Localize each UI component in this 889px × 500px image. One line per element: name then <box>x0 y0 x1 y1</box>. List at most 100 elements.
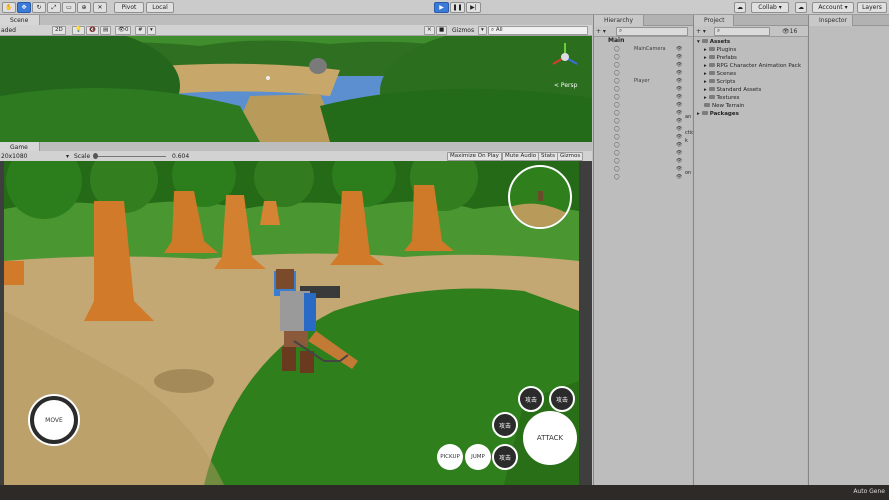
scale-slider[interactable] <box>94 156 166 157</box>
effects-icon[interactable]: ▤ <box>100 26 112 35</box>
hierarchy-item[interactable]: ◯ 👁 <box>594 165 693 173</box>
expand-arrow-icon[interactable]: ▸ <box>704 95 709 101</box>
skill-button-3[interactable]: 攻击 <box>492 412 518 438</box>
hierarchy-item[interactable]: ◯ 👁 <box>594 69 693 77</box>
hierarchy-item[interactable]: ◯ 👁 <box>594 173 693 181</box>
move-joystick-knob[interactable]: MOVE <box>34 400 74 440</box>
services-icon[interactable]: ☁ <box>795 2 807 13</box>
eye-icon[interactable]: 👁 <box>676 125 682 133</box>
project-folder-item[interactable]: ▸ Prefabs <box>704 54 737 62</box>
hidden-count[interactable]: 👁0 <box>115 26 132 35</box>
pause-button[interactable]: ❚❚ <box>450 2 465 13</box>
expand-arrow-icon[interactable]: ▸ <box>704 71 709 77</box>
step-button[interactable]: ▶| <box>466 2 481 13</box>
camera-icon[interactable]: ■ <box>436 26 448 35</box>
skill-button-1[interactable]: 攻击 <box>518 386 544 412</box>
hierarchy-item[interactable]: ◯ 👁 <box>594 125 693 133</box>
eye-icon[interactable]: 👁 <box>676 45 682 53</box>
move-tool-button[interactable]: ✥ <box>17 2 31 13</box>
hierarchy-item[interactable]: ◯ 👁 <box>594 61 693 69</box>
tab-project[interactable]: Project <box>694 15 734 26</box>
expand-arrow-icon[interactable]: ▸ <box>704 63 709 69</box>
eye-icon[interactable]: 👁 <box>676 85 682 93</box>
skill-button-2[interactable]: 攻击 <box>549 386 575 412</box>
eye-icon[interactable]: 👁 <box>676 69 682 77</box>
eye-icon[interactable]: 👁 <box>676 149 682 157</box>
tab-inspector[interactable]: Inspector <box>809 15 853 26</box>
hierarchy-item[interactable]: ◯ 👁 <box>594 141 693 149</box>
eye-icon[interactable]: 👁 <box>676 165 682 173</box>
scene-gizmos-button[interactable]: Gizmos <box>452 25 474 36</box>
scene-gizmo-icon[interactable] <box>548 40 582 74</box>
hierarchy-item[interactable]: ◯ 👁 <box>594 117 693 125</box>
hierarchy-item[interactable]: ◯ Player 👁 <box>594 77 693 85</box>
eye-icon[interactable]: 👁 <box>676 117 682 125</box>
eye-icon[interactable]: 👁 <box>676 157 682 165</box>
eye-icon[interactable]: 👁 <box>676 77 682 85</box>
eye-icon[interactable]: 👁 <box>676 93 682 101</box>
eye-icon[interactable]: 👁 <box>676 61 682 69</box>
hierarchy-item[interactable]: ◯ 👁 <box>594 133 693 141</box>
scale-tool-button[interactable]: ⤢ <box>47 2 61 13</box>
pivot-button[interactable]: Pivot <box>114 2 144 13</box>
scene-view[interactable]: < Persp <box>0 36 592 142</box>
scale-slider-handle[interactable] <box>93 153 98 159</box>
collab-button[interactable]: Collab ▾ <box>751 2 789 13</box>
hand-tool-button[interactable]: ✋ <box>2 2 16 13</box>
custom-tool-button[interactable]: ✕ <box>93 2 107 13</box>
account-button[interactable]: Account ▾ <box>812 2 854 13</box>
dropdown-icon[interactable]: ▾ <box>147 26 156 35</box>
project-folder-item[interactable]: ▸ Scripts <box>704 78 735 86</box>
expand-arrow-icon[interactable]: ▸ <box>704 87 709 93</box>
tools-icon[interactable]: ✕ <box>424 26 435 35</box>
skill-button-4[interactable]: 攻击 <box>492 444 518 470</box>
expand-arrow-icon[interactable]: ▸ <box>704 79 709 85</box>
pickup-button[interactable]: PICKUP <box>437 444 463 470</box>
packages-folder[interactable]: ▸ Packages <box>697 110 739 118</box>
game-gizmos-button[interactable]: Gizmos <box>557 152 584 161</box>
jump-button[interactable]: JUMP <box>465 444 491 470</box>
eye-icon[interactable]: 👁 <box>676 109 682 117</box>
hierarchy-item[interactable]: ◯ 👁 <box>594 149 693 157</box>
project-folder-item[interactable]: ▸ RPG Character Animation Pack <box>704 62 801 70</box>
game-view[interactable]: MOVE ATTACK PICKUP JUMP 攻击 攻击 攻击 攻击 <box>4 161 579 485</box>
hierarchy-item[interactable]: ◯ 👁 <box>594 85 693 93</box>
eye-icon[interactable]: 👁 <box>676 141 682 149</box>
grid-icon[interactable]: # <box>135 26 146 35</box>
hierarchy-search-input[interactable]: ⌕ <box>616 27 688 36</box>
maximize-on-play-toggle[interactable]: Maximize On Play <box>447 152 502 161</box>
rotate-tool-button[interactable]: ↻ <box>32 2 46 13</box>
2d-toggle[interactable]: 2D <box>52 26 66 35</box>
hierarchy-item[interactable]: ◯ 👁 <box>594 109 693 117</box>
shading-mode[interactable]: aded <box>1 25 16 36</box>
expand-arrow-icon[interactable]: ▸ <box>704 47 709 53</box>
hierarchy-item[interactable]: ◯ MainCamera 👁 <box>594 45 693 53</box>
stats-toggle[interactable]: Stats <box>538 152 559 161</box>
project-folder-item[interactable]: ▸ Textures <box>704 94 740 102</box>
expand-arrow-icon[interactable]: ▸ <box>704 55 709 61</box>
eye-icon[interactable]: 👁 <box>676 101 682 109</box>
lighting-icon[interactable]: 💡 <box>72 26 85 35</box>
assets-folder[interactable]: ▾ Assets <box>697 38 730 46</box>
hierarchy-item[interactable]: ◯ 👁 <box>594 93 693 101</box>
move-joystick[interactable]: MOVE <box>28 394 80 446</box>
transform-tool-button[interactable]: ⊕ <box>77 2 91 13</box>
hierarchy-root-row[interactable]: Main <box>594 37 693 45</box>
project-folder-item[interactable]: New Terrain <box>704 102 744 110</box>
hierarchy-item[interactable]: ◯ 👁 <box>594 53 693 61</box>
project-folder-item[interactable]: ▸ Standard Assets <box>704 86 761 94</box>
rect-tool-button[interactable]: ▭ <box>62 2 76 13</box>
minimap[interactable] <box>508 165 572 229</box>
play-button[interactable]: ▶ <box>434 2 449 13</box>
gizmos-dropdown-icon[interactable]: ▾ <box>478 26 487 35</box>
mute-audio-toggle[interactable]: Mute Audio <box>502 152 540 161</box>
project-folder-item[interactable]: ▸ Plugins <box>704 46 736 54</box>
create-plus-icon[interactable]: + ▾ <box>596 26 606 37</box>
eye-icon[interactable]: 👁 <box>676 173 682 181</box>
cloud-icon[interactable]: ☁ <box>734 2 746 13</box>
eye-icon[interactable]: 👁 <box>676 133 682 141</box>
scene-search-input[interactable]: ⌕ All <box>488 26 588 35</box>
attack-button[interactable]: ATTACK <box>523 411 577 465</box>
tab-hierarchy[interactable]: Hierarchy <box>594 15 644 26</box>
hierarchy-item[interactable]: ◯ 👁 <box>594 101 693 109</box>
